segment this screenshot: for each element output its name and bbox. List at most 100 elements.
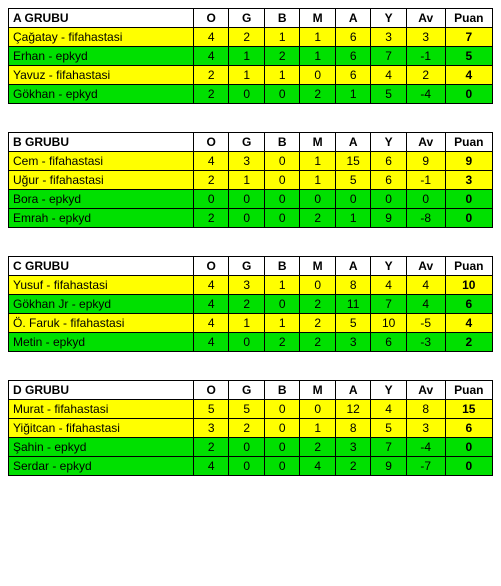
stat-y: 10 xyxy=(371,314,406,333)
stat-m: 1 xyxy=(300,171,335,190)
stat-m: 1 xyxy=(300,419,335,438)
stat-y: 7 xyxy=(371,295,406,314)
stat-a: 0 xyxy=(335,190,370,209)
stat-b: 1 xyxy=(264,66,299,85)
stat-o: 4 xyxy=(193,457,228,476)
col-y: Y xyxy=(371,381,406,400)
col-puan: Puan xyxy=(445,257,492,276)
col-puan: Puan xyxy=(445,133,492,152)
col-av: Av xyxy=(406,257,445,276)
col-puan: Puan xyxy=(445,9,492,28)
col-puan: Puan xyxy=(445,381,492,400)
stat-y: 0 xyxy=(371,190,406,209)
stat-y: 3 xyxy=(371,28,406,47)
player-name: Cem - fifahastasi xyxy=(9,152,194,171)
stat-g: 2 xyxy=(229,295,264,314)
stat-g: 0 xyxy=(229,438,264,457)
player-name: Ö. Faruk - fifahastasi xyxy=(9,314,194,333)
stat-g: 1 xyxy=(229,66,264,85)
stat-b: 0 xyxy=(264,400,299,419)
table-row: Bora - epkyd00000000 xyxy=(9,190,493,209)
table-row: Ö. Faruk - fifahastasi4112510-54 xyxy=(9,314,493,333)
stat-av: -4 xyxy=(406,438,445,457)
stat-y: 4 xyxy=(371,66,406,85)
stat-points: 4 xyxy=(445,314,492,333)
col-m: M xyxy=(300,133,335,152)
group-table: B GRUBUOGBMAYAvPuanCem - fifahastasi4301… xyxy=(8,132,493,228)
stat-m: 0 xyxy=(300,190,335,209)
stat-a: 6 xyxy=(335,47,370,66)
stat-av: -1 xyxy=(406,47,445,66)
table-row: Murat - fifahastasi5500124815 xyxy=(9,400,493,419)
stat-av: 3 xyxy=(406,28,445,47)
stat-points: 15 xyxy=(445,400,492,419)
stat-a: 3 xyxy=(335,333,370,352)
stat-o: 4 xyxy=(193,314,228,333)
group-table: C GRUBUOGBMAYAvPuanYusuf - fifahastasi43… xyxy=(8,256,493,352)
stat-a: 8 xyxy=(335,419,370,438)
stat-g: 3 xyxy=(229,276,264,295)
stat-b: 0 xyxy=(264,295,299,314)
stat-b: 1 xyxy=(264,28,299,47)
player-name: Çağatay - fifahastasi xyxy=(9,28,194,47)
table-row: Uğur - fifahastasi210156-13 xyxy=(9,171,493,190)
stat-a: 1 xyxy=(335,209,370,228)
stat-av: 9 xyxy=(406,152,445,171)
stat-points: 9 xyxy=(445,152,492,171)
player-name: Uğur - fifahastasi xyxy=(9,171,194,190)
stat-m: 0 xyxy=(300,66,335,85)
stat-y: 7 xyxy=(371,438,406,457)
col-a: A xyxy=(335,9,370,28)
player-name: Gökhan Jr - epkyd xyxy=(9,295,194,314)
col-g: G xyxy=(229,9,264,28)
col-a: A xyxy=(335,133,370,152)
col-y: Y xyxy=(371,257,406,276)
stat-points: 0 xyxy=(445,209,492,228)
stat-b: 0 xyxy=(264,438,299,457)
col-b: B xyxy=(264,257,299,276)
stat-y: 4 xyxy=(371,400,406,419)
stat-m: 4 xyxy=(300,457,335,476)
col-o: O xyxy=(193,9,228,28)
table-row: Metin - epkyd402236-32 xyxy=(9,333,493,352)
table-row: Şahin - epkyd200237-40 xyxy=(9,438,493,457)
player-name: Metin - epkyd xyxy=(9,333,194,352)
col-a: A xyxy=(335,381,370,400)
table-row: Yusuf - fifahastasi431084410 xyxy=(9,276,493,295)
stat-o: 2 xyxy=(193,171,228,190)
stat-o: 2 xyxy=(193,209,228,228)
col-b: B xyxy=(264,9,299,28)
standings-container: A GRUBUOGBMAYAvPuanÇağatay - fifahastasi… xyxy=(8,8,493,476)
stat-a: 3 xyxy=(335,438,370,457)
stat-av: -3 xyxy=(406,333,445,352)
table-row: Çağatay - fifahastasi42116337 xyxy=(9,28,493,47)
stat-av: -4 xyxy=(406,85,445,104)
stat-g: 0 xyxy=(229,190,264,209)
col-g: G xyxy=(229,133,264,152)
table-row: Yiğitcan - fifahastasi32018536 xyxy=(9,419,493,438)
stat-points: 5 xyxy=(445,47,492,66)
stat-a: 5 xyxy=(335,171,370,190)
stat-g: 5 xyxy=(229,400,264,419)
player-name: Şahin - epkyd xyxy=(9,438,194,457)
stat-points: 0 xyxy=(445,457,492,476)
stat-g: 1 xyxy=(229,314,264,333)
col-o: O xyxy=(193,257,228,276)
group-title: D GRUBU xyxy=(9,381,194,400)
player-name: Yusuf - fifahastasi xyxy=(9,276,194,295)
table-row: Erhan - epkyd412167-15 xyxy=(9,47,493,66)
stat-av: 4 xyxy=(406,276,445,295)
player-name: Bora - epkyd xyxy=(9,190,194,209)
col-a: A xyxy=(335,257,370,276)
stat-y: 7 xyxy=(371,47,406,66)
stat-m: 2 xyxy=(300,438,335,457)
stat-b: 0 xyxy=(264,209,299,228)
stat-a: 11 xyxy=(335,295,370,314)
stat-points: 0 xyxy=(445,190,492,209)
player-name: Serdar - epkyd xyxy=(9,457,194,476)
col-b: B xyxy=(264,133,299,152)
stat-y: 5 xyxy=(371,85,406,104)
player-name: Yavuz - fifahastasi xyxy=(9,66,194,85)
stat-y: 9 xyxy=(371,457,406,476)
stat-g: 2 xyxy=(229,419,264,438)
